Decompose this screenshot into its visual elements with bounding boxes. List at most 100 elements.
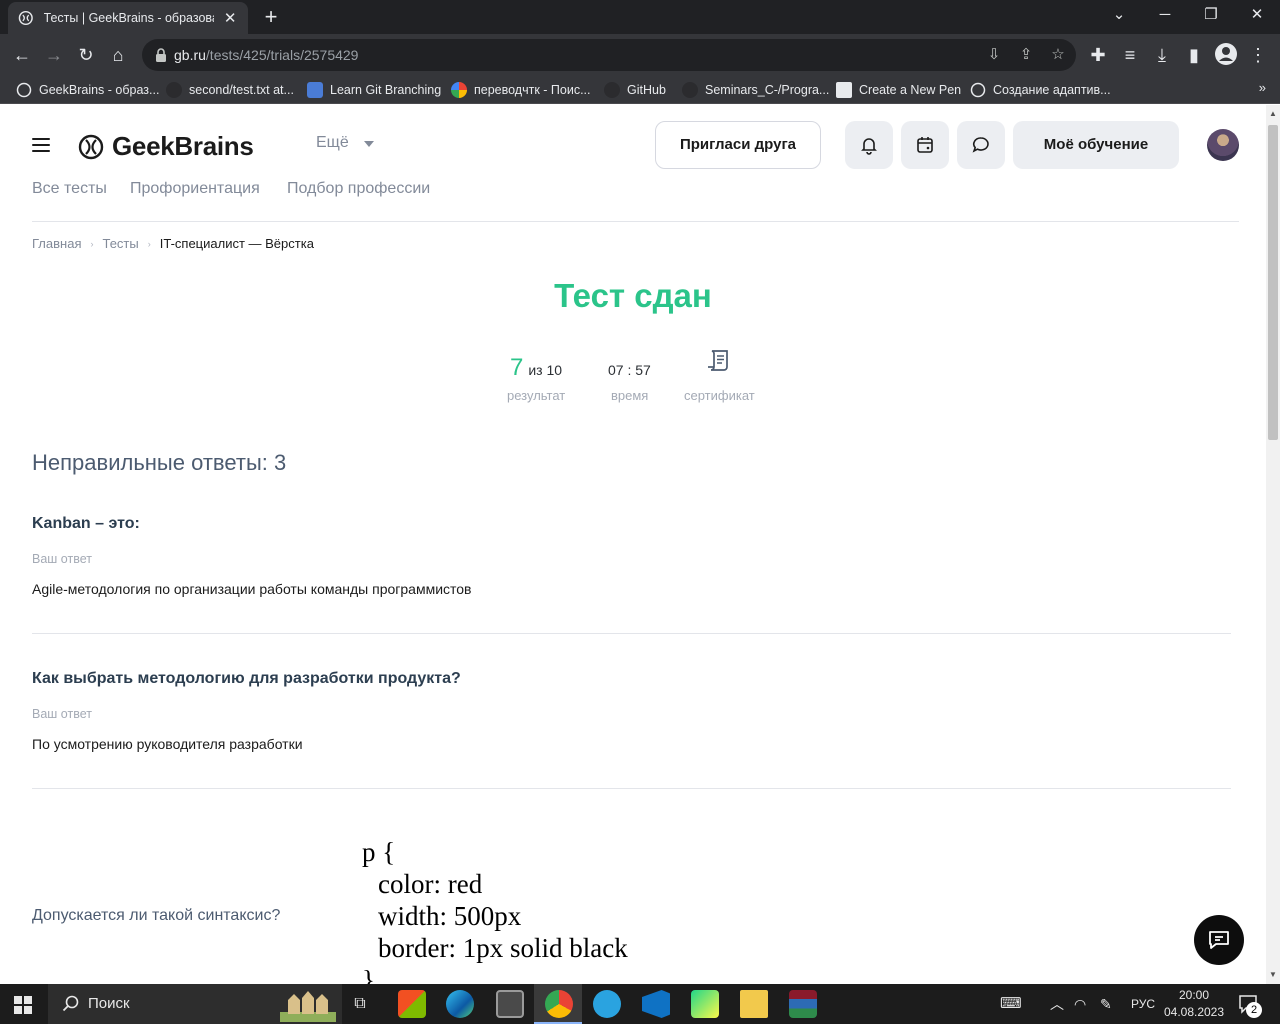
- score-total: из 10: [528, 362, 563, 378]
- share-icon[interactable]: ⇪: [1016, 45, 1036, 65]
- bookmark-label: Learn Git Branching: [330, 83, 442, 97]
- time-value: 07 : 57: [608, 362, 651, 378]
- close-window-icon[interactable]: ✕: [1234, 0, 1280, 34]
- scroll-down-icon[interactable]: ▼: [1266, 968, 1280, 982]
- windows-start-icon[interactable]: [14, 996, 32, 1014]
- invite-friend-button[interactable]: Пригласи друга: [655, 121, 821, 169]
- microsoft-store-icon[interactable]: [398, 990, 426, 1018]
- pen-icon[interactable]: ✎: [1100, 984, 1112, 1024]
- page-content: GeekBrains Ещё Пригласи друга Моё обучен…: [0, 105, 1266, 984]
- new-tab-button[interactable]: +: [258, 4, 284, 30]
- bookmarks-overflow-icon[interactable]: »: [1259, 80, 1266, 95]
- tab-close-icon[interactable]: ✕: [222, 9, 238, 27]
- tab-search-icon[interactable]: ⌄: [1096, 0, 1142, 34]
- menu-icon[interactable]: [32, 138, 50, 152]
- notifications-button[interactable]: [845, 121, 893, 169]
- bookmark-item[interactable]: Learn Git Branching: [307, 80, 441, 100]
- answer-text: Agile-методология по организации работы …: [32, 581, 472, 597]
- bookmark-star-icon[interactable]: ☆: [1048, 45, 1068, 65]
- taskbar-clock[interactable]: 20:00 04.08.2023: [1162, 987, 1226, 1021]
- restore-icon[interactable]: ❐: [1188, 0, 1234, 34]
- logo[interactable]: GeekBrains: [78, 131, 254, 162]
- clock-date: 04.08.2023: [1163, 1005, 1225, 1019]
- keyboard-tray-icon[interactable]: ⌨: [1000, 984, 1022, 1024]
- bookmark-label: переводчтк - Поис...: [474, 83, 591, 97]
- page-scrollbar[interactable]: ▲ ▼: [1266, 105, 1280, 984]
- clock-time: 20:00: [1178, 988, 1210, 1002]
- chrome-menu-icon[interactable]: ⋮: [1245, 42, 1271, 68]
- url-host: gb.ru: [174, 47, 206, 63]
- bookmark-label: GeekBrains - образ...: [39, 83, 160, 97]
- breadcrumb-current: IT-специалист — Вёрстка: [159, 236, 314, 251]
- google-icon: [451, 82, 467, 98]
- more-menu[interactable]: Ещё: [316, 134, 349, 152]
- certificate-icon[interactable]: [706, 347, 734, 375]
- bookmark-item[interactable]: Создание адаптив...: [970, 80, 1111, 100]
- forward-icon[interactable]: →: [41, 42, 67, 68]
- pycharm-icon[interactable]: [691, 990, 719, 1018]
- learn-git-icon: [307, 82, 323, 98]
- bookmark-item[interactable]: second/test.txt at...: [166, 80, 294, 100]
- file-explorer-icon[interactable]: [740, 990, 768, 1018]
- your-answer-label: Ваш ответ: [32, 707, 92, 721]
- question-code-image: p { color: red width: 500px border: 1px …: [362, 836, 628, 984]
- subnav-profession-selection[interactable]: Подбор профессии: [287, 180, 430, 198]
- calendar-icon: [917, 137, 933, 153]
- scroll-thumb[interactable]: [1268, 125, 1278, 440]
- question-title: Допускается ли такой синтаксис?: [32, 907, 281, 924]
- edge-icon[interactable]: [446, 990, 474, 1018]
- language-indicator[interactable]: РУС: [1131, 984, 1155, 1024]
- calculator-icon[interactable]: [496, 990, 524, 1018]
- bookmark-item[interactable]: GeekBrains - образ...: [16, 80, 159, 100]
- wrong-answers-title: Неправильные ответы: 3: [32, 450, 287, 475]
- calendar-button[interactable]: [901, 121, 949, 169]
- breadcrumb-tests[interactable]: Тесты: [102, 236, 138, 251]
- bookmarks-bar: GeekBrains - образ... second/test.txt at…: [0, 76, 1280, 104]
- winrar-icon[interactable]: [789, 990, 817, 1018]
- bookmark-item[interactable]: Seminars_C-/Progra...: [682, 80, 829, 100]
- result-title: Тест сдан: [554, 277, 712, 314]
- breadcrumb-home[interactable]: Главная: [32, 236, 81, 251]
- media-control-icon[interactable]: ≡: [1117, 42, 1143, 68]
- bookmark-item[interactable]: GitHub: [604, 80, 666, 100]
- wifi-icon[interactable]: ◠: [1074, 984, 1086, 1024]
- bookmark-item[interactable]: переводчтк - Поис...: [451, 80, 591, 100]
- answer-text: По усмотрению руководителя разработки: [32, 736, 303, 752]
- side-panel-icon[interactable]: ▮: [1181, 42, 1207, 68]
- certificate-label[interactable]: сертификат: [684, 388, 755, 403]
- url-path: /tests/425/trials/2575429: [205, 47, 359, 63]
- downloads-icon[interactable]: ⤓: [1149, 42, 1175, 68]
- taskbar-search[interactable]: Поиск: [48, 984, 342, 1024]
- profile-icon[interactable]: [1213, 42, 1239, 68]
- chrome-icon[interactable]: [545, 990, 573, 1018]
- chevron-down-icon[interactable]: [364, 141, 374, 147]
- lock-icon: [156, 48, 166, 62]
- question-title: Kanban – это:: [32, 515, 140, 532]
- code-line: }: [362, 965, 375, 984]
- messages-button[interactable]: [957, 121, 1005, 169]
- support-chat-button[interactable]: [1194, 915, 1244, 965]
- tray-overflow-icon[interactable]: ︿: [1050, 984, 1064, 1024]
- bell-icon: [861, 138, 877, 155]
- home-icon[interactable]: ⌂: [105, 42, 131, 68]
- subnav-career-guidance[interactable]: Профориентация: [130, 180, 260, 198]
- my-learning-button[interactable]: Моё обучение: [1013, 121, 1179, 169]
- minimize-icon[interactable]: ─: [1142, 0, 1188, 34]
- install-app-icon[interactable]: ⇩: [984, 45, 1004, 65]
- browser-tab-active[interactable]: Тесты | GeekBrains - образовате ✕: [8, 2, 248, 34]
- address-bar[interactable]: gb.ru/tests/425/trials/2575429 ⇩ ⇪ ☆: [142, 39, 1076, 71]
- back-icon[interactable]: ←: [9, 42, 35, 68]
- scroll-up-icon[interactable]: ▲: [1266, 107, 1280, 121]
- score-value: 7: [510, 354, 524, 381]
- search-placeholder: Поиск: [88, 995, 130, 1012]
- time-label: время: [611, 388, 649, 403]
- task-view-icon[interactable]: ⧉: [346, 990, 374, 1018]
- subnav-all-tests[interactable]: Все тесты: [32, 180, 107, 198]
- extensions-icon[interactable]: ✚: [1085, 42, 1111, 68]
- avatar[interactable]: [1207, 129, 1239, 161]
- telegram-icon[interactable]: [593, 990, 621, 1018]
- vscode-icon[interactable]: [642, 990, 670, 1018]
- reload-icon[interactable]: ↻: [73, 42, 99, 68]
- bookmark-label: second/test.txt at...: [189, 83, 294, 97]
- bookmark-item[interactable]: Create a New Pen: [836, 80, 961, 100]
